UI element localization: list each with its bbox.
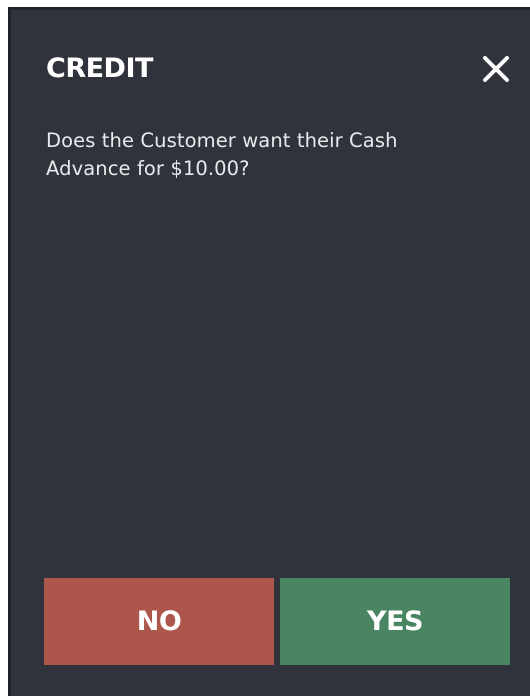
close-button[interactable] — [481, 54, 511, 84]
yes-button[interactable]: YES — [280, 578, 510, 665]
dialog-title: CREDIT — [46, 53, 153, 84]
close-icon — [483, 56, 509, 82]
credit-dialog: CREDIT Does the Customer want their Cash… — [8, 7, 530, 696]
dialog-message: Does the Customer want their Cash Advanc… — [46, 129, 398, 180]
screen: CREDIT Does the Customer want their Cash… — [0, 0, 530, 696]
no-button[interactable]: NO — [44, 578, 274, 665]
no-button-label: NO — [136, 606, 182, 637]
yes-button-label: YES — [367, 606, 423, 637]
